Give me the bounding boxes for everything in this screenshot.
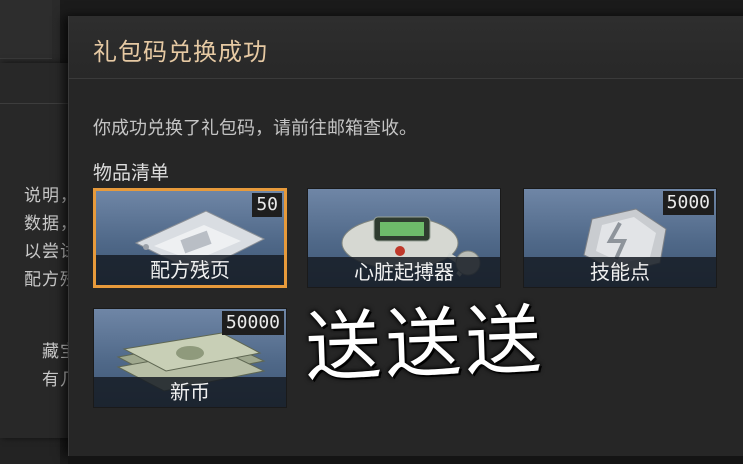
item-name: 技能点 — [590, 260, 650, 284]
item-card-pacemaker[interactable]: 心脏起搏器 — [307, 188, 501, 288]
success-message: 你成功兑换了礼包码，请前往邮箱查收。 — [93, 118, 417, 139]
dialog-header: 礼包码兑换成功 — [69, 16, 743, 79]
item-card-new-coin[interactable]: 50000 新币 — [93, 308, 287, 408]
item-card-skill-point[interactable]: 5000 技能点 — [523, 188, 717, 288]
item-quantity: 5000 — [662, 191, 714, 215]
dialog-title: 礼包码兑换成功 — [93, 38, 268, 66]
item-quantity: 50 — [252, 193, 282, 217]
background-top-strip — [0, 0, 52, 59]
item-name: 新币 — [170, 380, 210, 404]
overlay-caption: 送送送 — [303, 294, 547, 393]
item-name: 配方残页 — [150, 258, 230, 282]
floor-strip — [68, 456, 743, 464]
item-quantity: 50000 — [221, 311, 284, 335]
item-list-title: 物品清单 — [93, 162, 170, 184]
item-card-recipe-fragment[interactable]: 50 配方残页 — [93, 188, 287, 288]
